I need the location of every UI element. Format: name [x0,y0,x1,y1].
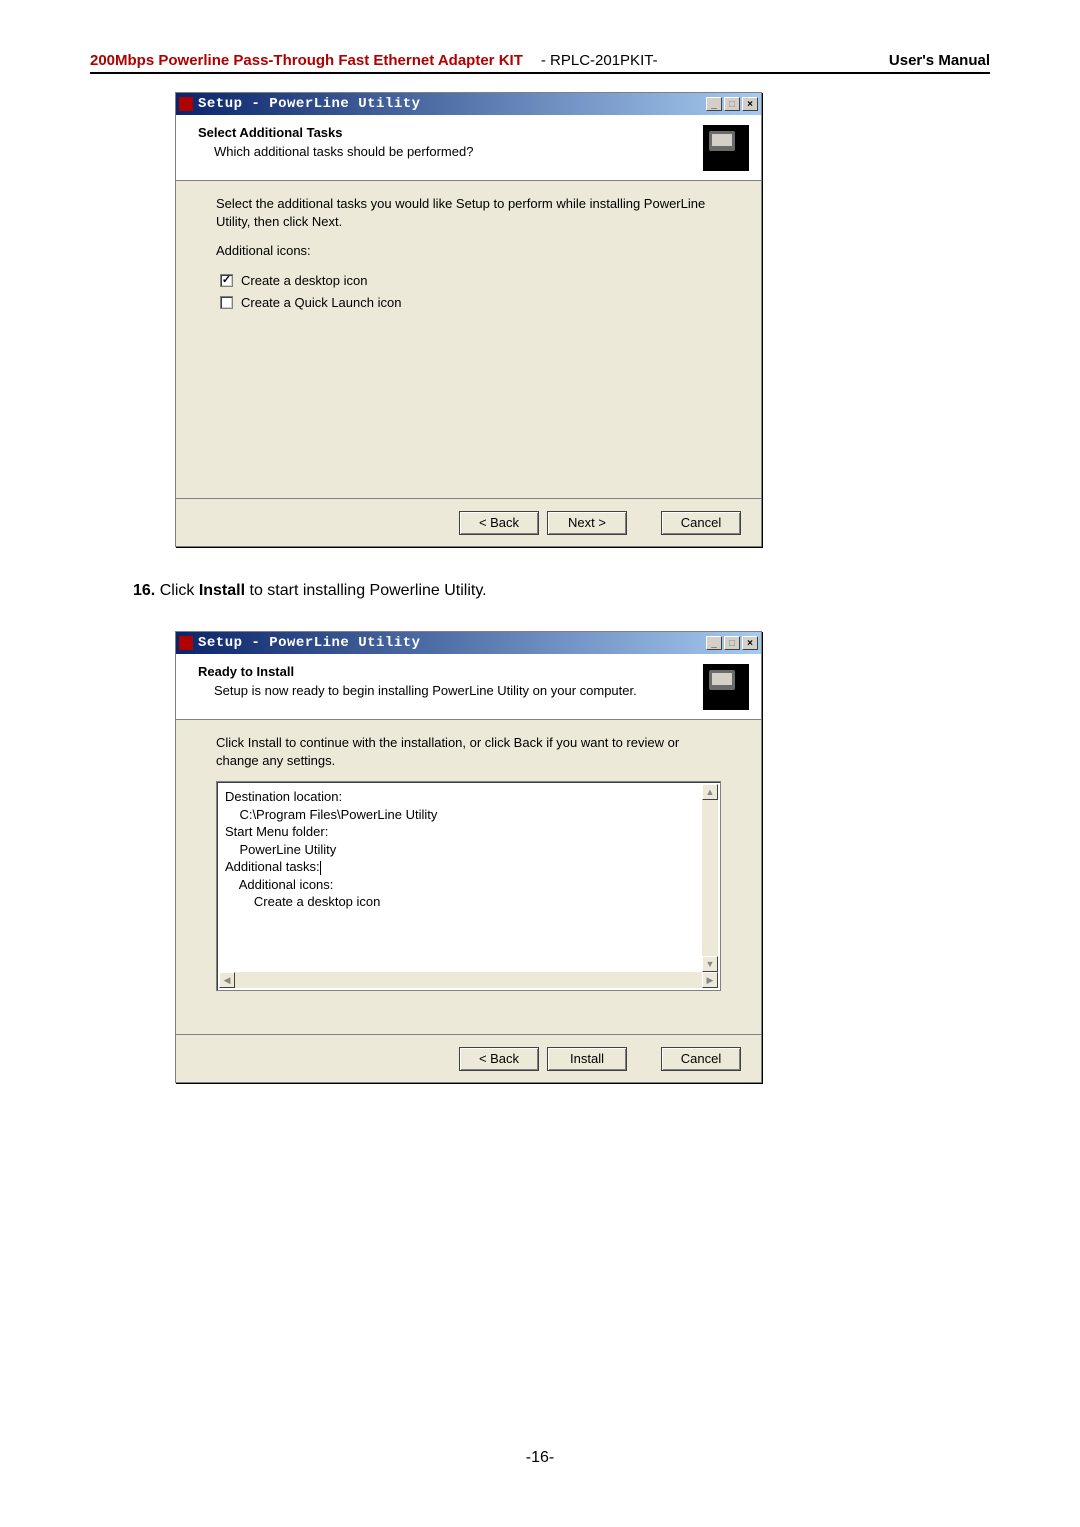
scroll-up-icon[interactable]: ▲ [702,784,718,800]
wizard-header: Select Additional Tasks Which additional… [176,115,761,181]
summary-line: PowerLine Utility [225,841,702,859]
wizard-body: Click Install to continue with the insta… [176,720,761,1005]
summary-textarea[interactable]: Destination location: C:\Program Files\P… [216,781,721,991]
text-cursor [320,861,321,875]
setup-icon [703,664,749,710]
checkbox-quicklaunch-icon[interactable] [220,296,233,309]
window-title: Setup - PowerLine Utility [198,96,421,112]
section-label: Additional icons: [216,242,721,260]
product-name: 200Mbps Powerline Pass-Through Fast Ethe… [90,52,523,69]
summary-line: Create a desktop icon [225,893,702,911]
scroll-down-icon[interactable]: ▼ [702,956,718,972]
vertical-scrollbar[interactable]: ▲ ▼ [702,784,718,972]
close-button[interactable]: × [742,636,758,650]
wizard-heading: Select Additional Tasks [198,125,703,140]
summary-line: Additional icons: [225,876,702,894]
checkbox-label: Create a desktop icon [241,272,367,290]
wizard-header: Ready to Install Setup is now ready to b… [176,654,761,720]
horizontal-scrollbar[interactable]: ◀ ▶ [219,972,718,988]
close-button[interactable]: × [742,97,758,111]
minimize-button[interactable]: _ [706,97,722,111]
instruction-pre: Click [160,582,199,599]
wizard-body: Select the additional tasks you would li… [176,181,761,331]
wizard-subheading: Setup is now ready to begin installing P… [214,683,703,698]
setup-dialog-ready: Setup - PowerLine Utility _ □ × Ready to… [175,631,762,1083]
instruction-bold: Install [199,582,245,599]
titlebar[interactable]: Setup - PowerLine Utility _ □ × [176,93,761,115]
step-number: 16. [133,582,155,599]
app-icon [179,636,193,650]
back-button[interactable]: < Back [459,511,539,535]
wizard-heading: Ready to Install [198,664,703,679]
install-button[interactable]: Install [547,1047,627,1071]
wizard-subheading: Which additional tasks should be perform… [214,144,703,159]
app-icon [179,97,193,111]
checkbox-row-desktop[interactable]: ✓ Create a desktop icon [220,272,721,290]
doc-type: User's Manual [889,52,990,69]
instruction-text: Click Install to continue with the insta… [216,734,721,769]
step-instruction: 16. Click Install to start installing Po… [133,582,487,600]
scroll-left-icon[interactable]: ◀ [219,972,235,988]
summary-line: Destination location: [225,788,702,806]
page-number: -16- [0,1449,1080,1467]
summary-line: Start Menu folder: [225,823,702,841]
window-title: Setup - PowerLine Utility [198,635,421,651]
checkbox-row-quicklaunch[interactable]: Create a Quick Launch icon [220,294,721,312]
maximize-button: □ [724,97,740,111]
wizard-footer: < Back Install Cancel [176,1034,761,1082]
cancel-button[interactable]: Cancel [661,1047,741,1071]
wizard-footer: < Back Next > Cancel [176,498,761,546]
back-button[interactable]: < Back [459,1047,539,1071]
page-header: 200Mbps Powerline Pass-Through Fast Ethe… [90,52,990,74]
minimize-button[interactable]: _ [706,636,722,650]
checkbox-label: Create a Quick Launch icon [241,294,401,312]
summary-line: Additional tasks: [225,858,702,876]
summary-line: C:\Program Files\PowerLine Utility [225,806,702,824]
maximize-button: □ [724,636,740,650]
checkbox-desktop-icon[interactable]: ✓ [220,274,233,287]
instruction-post: to start installing Powerline Utility. [245,582,487,599]
next-button[interactable]: Next > [547,511,627,535]
scroll-right-icon[interactable]: ▶ [702,972,718,988]
setup-icon [703,125,749,171]
setup-dialog-tasks: Setup - PowerLine Utility _ □ × Select A… [175,92,762,547]
titlebar[interactable]: Setup - PowerLine Utility _ □ × [176,632,761,654]
cancel-button[interactable]: Cancel [661,511,741,535]
instruction-text: Select the additional tasks you would li… [216,195,721,230]
model-code: - RPLC-201PKIT- [541,52,658,69]
